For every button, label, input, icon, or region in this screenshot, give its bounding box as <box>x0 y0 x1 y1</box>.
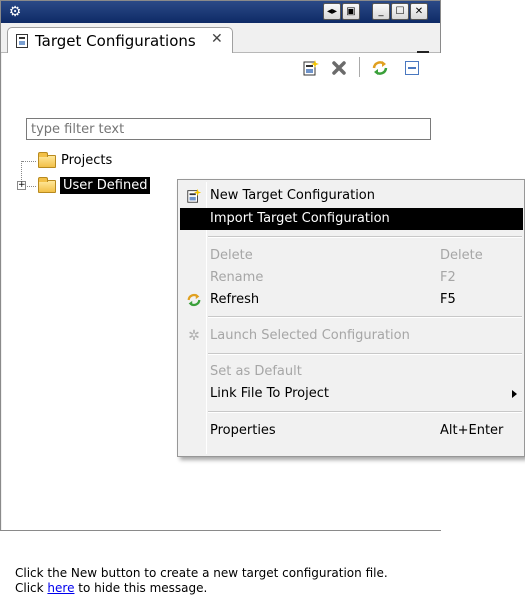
menu-item-refresh[interactable]: Refresh F5 <box>180 289 523 311</box>
hint-line-2: Click here to hide this message. <box>15 581 388 596</box>
menu-item-link-file-to-project[interactable]: Link File To Project <box>180 383 523 405</box>
menu-accelerator: F5 <box>440 292 456 307</box>
expand-icon[interactable]: + <box>17 181 26 190</box>
menu-separator <box>208 411 522 413</box>
restore-left-icon[interactable]: ◂▸ <box>323 3 341 20</box>
tab-target-configurations[interactable]: Target Configurations ✕ <box>7 27 233 54</box>
collapse-all-icon[interactable] <box>403 59 421 77</box>
view-toolbar <box>2 53 441 81</box>
folder-icon <box>38 152 56 168</box>
target-config-view-icon <box>16 34 28 48</box>
gear-icon[interactable]: ⚙ <box>7 4 23 20</box>
menu-item-label: Link File To Project <box>210 386 329 401</box>
menu-accelerator: F2 <box>440 270 456 285</box>
close-tab-icon[interactable]: ✕ <box>211 31 223 47</box>
tree-item-user-defined[interactable]: User Defined <box>60 177 151 194</box>
folder-open-icon <box>38 177 56 193</box>
delete-x-icon[interactable] <box>330 59 348 77</box>
submenu-arrow-icon <box>512 390 517 398</box>
menu-item-new-target-configuration[interactable]: New Target Configuration <box>180 185 523 207</box>
detach-icon[interactable]: ▣ <box>342 3 360 20</box>
menu-item-label: Refresh <box>210 292 260 307</box>
hint-message: Click the New button to create a new tar… <box>15 566 388 596</box>
menu-accelerator: Alt+Enter <box>440 423 504 438</box>
menu-separator <box>208 316 522 318</box>
launch-bug-icon: ✲ <box>188 328 200 344</box>
menu-item-import-target-configuration[interactable]: Import Target Configuration <box>180 208 523 230</box>
menu-item-launch-selected-configuration[interactable]: ✲ Launch Selected Configuration <box>180 325 523 347</box>
hint-line-1: Click the New button to create a new tar… <box>15 566 388 580</box>
menu-item-label: Delete <box>210 248 253 263</box>
menu-item-set-as-default[interactable]: Set as Default <box>180 361 523 383</box>
menu-separator <box>208 236 522 238</box>
tab-label: Target Configurations <box>35 32 196 50</box>
tree-connector <box>22 161 36 162</box>
hide-message-link[interactable]: here <box>47 581 74 595</box>
menu-item-label: Properties <box>210 423 276 438</box>
context-menu: New Target Configuration Import Target C… <box>177 179 525 457</box>
minimize-window-button[interactable]: _ <box>372 3 390 20</box>
refresh-icon[interactable] <box>371 59 389 77</box>
tree-connector <box>27 186 36 187</box>
hint-line-2-suffix: to hide this message. <box>74 581 208 595</box>
tree-item-projects[interactable]: Projects <box>61 153 112 168</box>
menu-accelerator: Delete <box>440 248 483 263</box>
view-tab-row: Target Configurations ✕ <box>1 23 440 62</box>
close-window-button[interactable]: ✕ <box>410 3 428 20</box>
toolbar-separator <box>359 57 360 77</box>
menu-item-label: Import Target Configuration <box>210 211 390 226</box>
menu-separator <box>208 353 522 355</box>
menu-item-properties[interactable]: Properties Alt+Enter <box>180 420 523 442</box>
window-titlebar: ⚙ ◂▸ ▣ _ ☐ ✕ <box>1 1 440 23</box>
menu-item-label: Launch Selected Configuration <box>210 328 410 343</box>
new-target-config-icon[interactable] <box>302 59 320 77</box>
filter-input[interactable] <box>26 118 431 140</box>
maximize-window-button[interactable]: ☐ <box>391 3 409 20</box>
menu-item-delete[interactable]: Delete Delete <box>180 245 523 267</box>
refresh-icon <box>186 292 202 308</box>
menu-item-label: Set as Default <box>210 364 302 379</box>
menu-item-rename[interactable]: Rename F2 <box>180 267 523 289</box>
menu-item-label: Rename <box>210 270 264 285</box>
hint-line-2-prefix: Click <box>15 581 48 595</box>
menu-item-label: New Target Configuration <box>210 188 376 203</box>
new-target-config-icon <box>186 188 202 204</box>
